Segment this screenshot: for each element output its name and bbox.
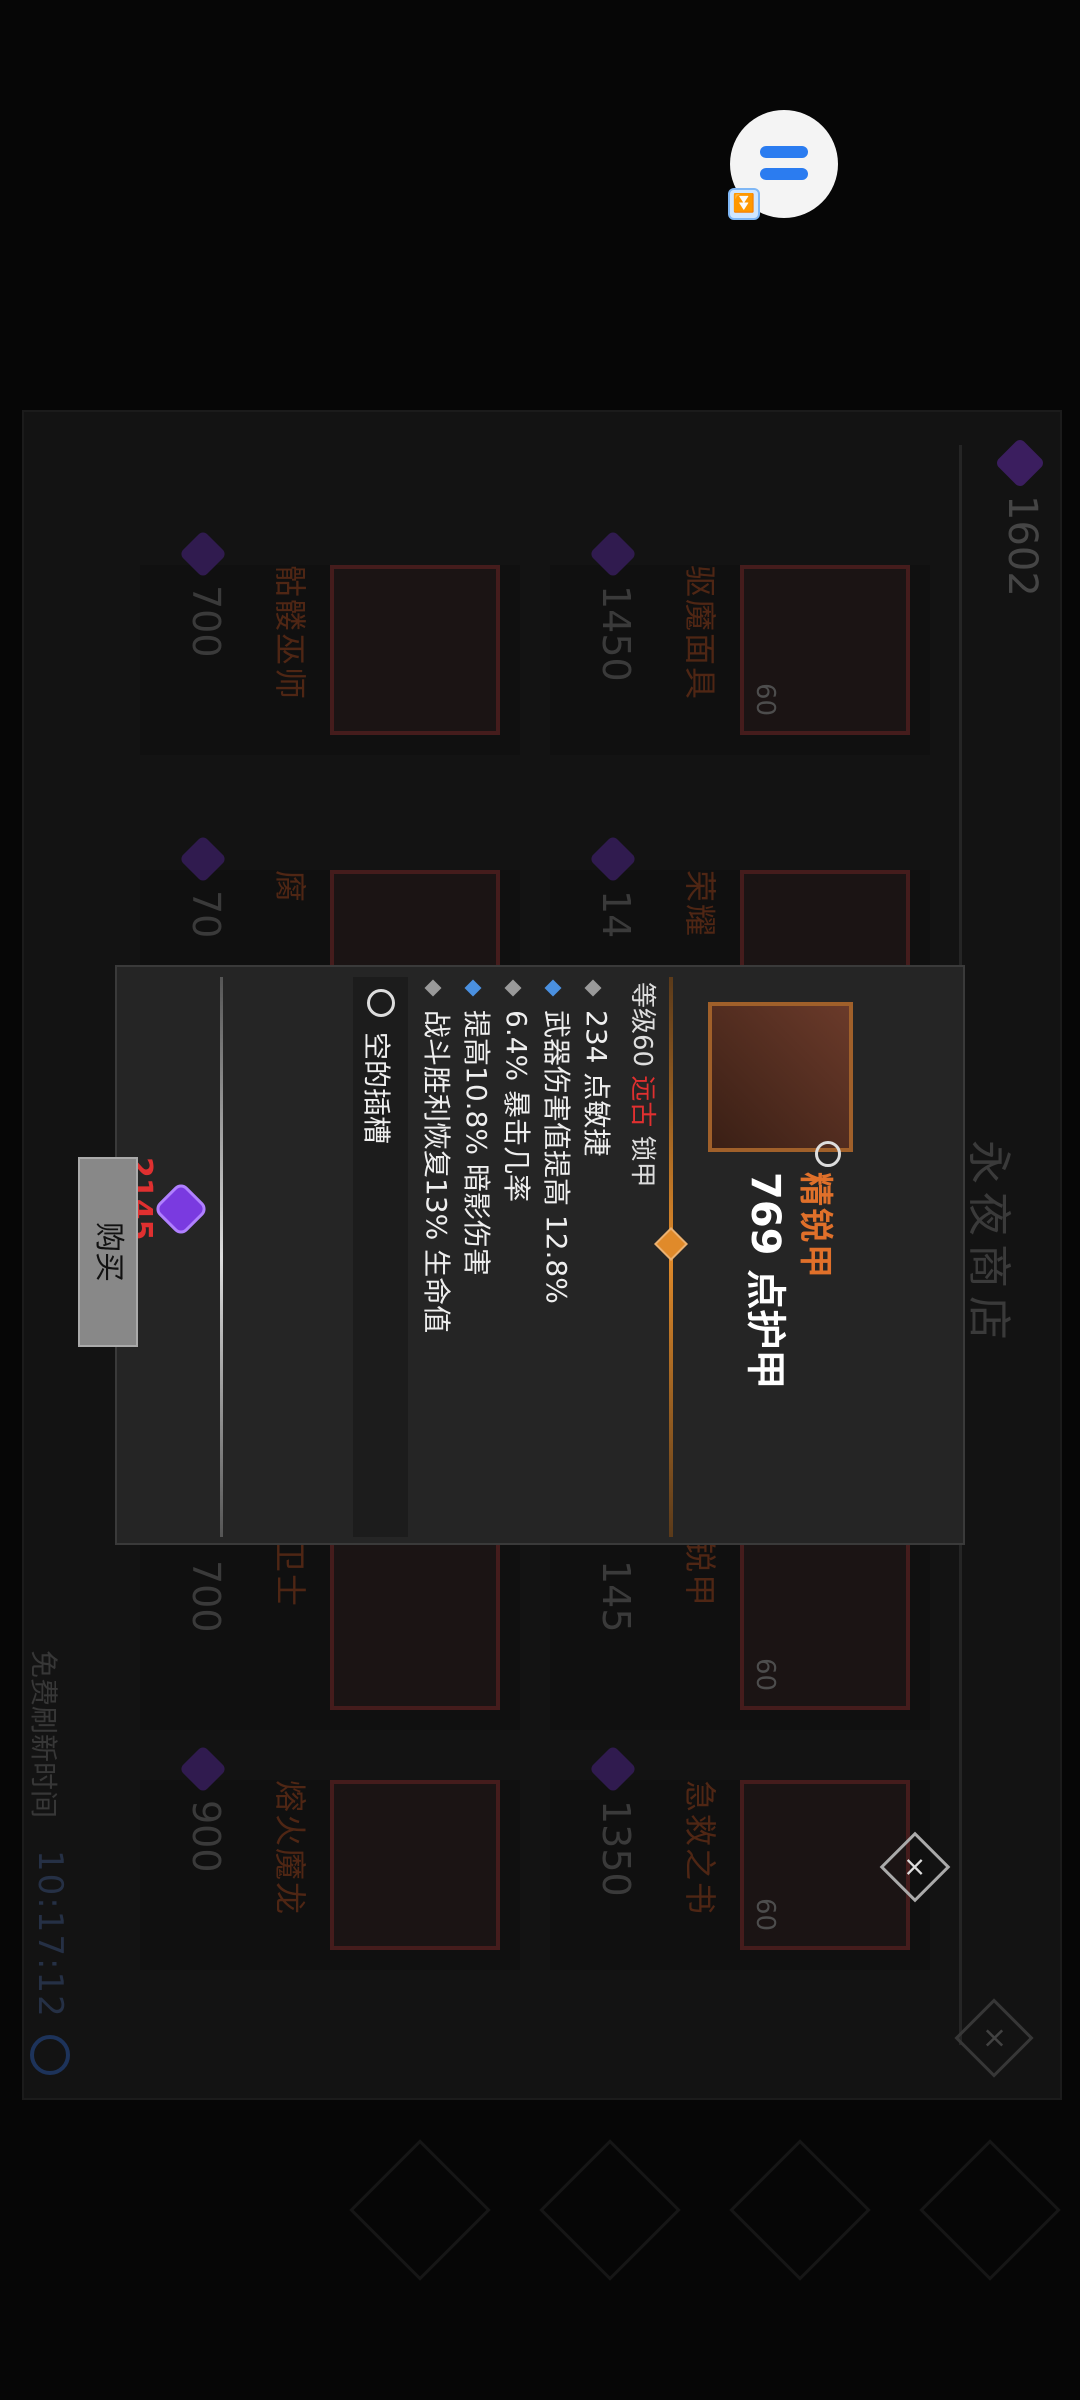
stat-text: 战斗胜利恢复13% 生命值 <box>420 1010 453 1334</box>
stat-bullet-icon <box>504 979 522 997</box>
stat-row: 战斗胜利恢复13% 生命值 <box>418 979 458 1334</box>
requirement-level: 等级60 <box>627 982 657 1068</box>
socket-circle-icon <box>367 989 395 1017</box>
close-icon: × <box>899 1855 932 1879</box>
item-requirement: 等级60 远古 锁甲 <box>626 982 663 1188</box>
stat-bullet-icon <box>584 979 602 997</box>
buy-button-label: 购买 <box>91 1222 126 1282</box>
purple-gem-icon <box>156 1184 206 1234</box>
buy-button[interactable]: 购买 <box>78 1157 138 1347</box>
diamond-icon <box>654 1227 688 1261</box>
item-icon <box>708 1002 853 1167</box>
socket-indicator-icon <box>815 1141 841 1167</box>
stat-bullet-icon <box>464 979 482 997</box>
popup-armor-value: 769 点护甲 <box>742 1172 788 1390</box>
empty-socket: 空的插槽 <box>353 977 408 1537</box>
menu-bars-icon <box>760 146 808 158</box>
stat-row: 6.4% 暴击几率 <box>498 979 538 1203</box>
game-stage: 1602 永夜商店 × 骷髅巫师 700 60 驱魔面具 1450 腐 70 荣… <box>0 0 1080 2400</box>
socket-text: 空的插槽 <box>360 1032 393 1145</box>
popup-divider <box>220 977 223 1537</box>
stat-row: 提高10.8% 暗影伤害 <box>458 979 498 1276</box>
stat-text: 武器伤害值提高 12.8% <box>540 1010 573 1304</box>
stat-bullet-icon <box>424 979 442 997</box>
stat-text: 提高10.8% 暗影伤害 <box>460 1010 493 1276</box>
popup-item-name: 精锐甲 <box>795 1172 835 1280</box>
stat-row: 234 点敏捷 <box>578 979 618 1157</box>
item-detail-popup: 精锐甲 769 点护甲 × 等级60 远古 锁甲 234 点敏捷 武器伤害值提高… <box>78 965 965 1903</box>
menu-bars-icon <box>760 168 808 180</box>
stat-text: 6.4% 暴击几率 <box>500 1010 533 1203</box>
stat-bullet-icon <box>544 979 562 997</box>
requirement-type: 锁甲 <box>627 1135 657 1188</box>
double-chevron-down-icon[interactable]: ⏬ <box>728 188 760 220</box>
requirement-class: 远古 <box>627 1075 657 1128</box>
stat-text: 234 点敏捷 <box>580 1010 613 1157</box>
stat-row: 武器伤害值提高 12.8% <box>538 979 578 1304</box>
